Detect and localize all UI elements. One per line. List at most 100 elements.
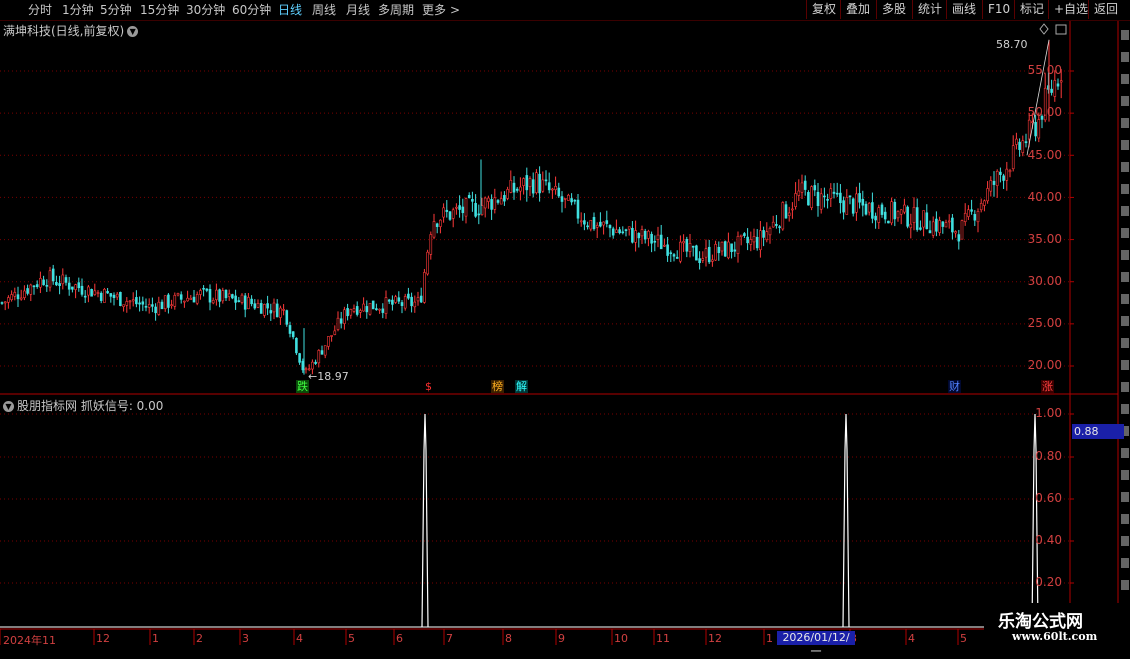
toolbar-button-7[interactable]: +自选	[1048, 0, 1093, 19]
candle-body	[439, 219, 442, 227]
candle-body	[864, 203, 868, 215]
candle-body	[986, 188, 989, 202]
candle-body	[755, 236, 759, 249]
kline-chart-canvas[interactable]	[0, 0, 1130, 650]
toolbar-button-8[interactable]: 返回	[1088, 0, 1123, 19]
candle-body	[1021, 140, 1025, 153]
candle-body	[304, 368, 308, 371]
chevron-down-icon[interactable]: ▼	[127, 26, 139, 37]
candle-body	[295, 337, 298, 354]
candle-body	[883, 211, 887, 220]
candle-body	[842, 200, 845, 213]
candle-body	[471, 199, 474, 202]
candle-body	[192, 296, 196, 303]
high-price-value: 58.70	[996, 38, 1028, 51]
period-tab-2[interactable]: 5分钟	[100, 2, 132, 18]
period-tab-3[interactable]: 15分钟	[140, 2, 179, 18]
candle-body	[848, 195, 852, 198]
period-tab-8[interactable]: 月线	[346, 2, 370, 18]
indicator-current-value: 0.88	[1072, 424, 1124, 439]
toolbar-button-0[interactable]: 复权	[806, 0, 841, 19]
signal-spike	[842, 413, 850, 628]
candle-body	[714, 244, 717, 261]
signal-spike	[1031, 413, 1039, 628]
toolbar-button-5[interactable]: F10	[982, 0, 1015, 19]
watermark-url: www.60lt.com	[1012, 630, 1098, 643]
toolbar-button-1[interactable]: 叠加	[840, 0, 875, 19]
event-marker[interactable]: 解	[515, 380, 528, 393]
candle-body	[666, 244, 669, 256]
period-tab-6[interactable]: 日线	[278, 2, 302, 18]
candle-body	[592, 217, 596, 230]
candle-body	[202, 287, 205, 290]
candle-body	[845, 197, 849, 215]
candle-body	[573, 199, 577, 202]
candle-body	[384, 297, 388, 314]
period-tab-5[interactable]: 60分钟	[232, 2, 271, 18]
candle-body	[407, 293, 410, 299]
more-arrow-icon[interactable]: >	[450, 2, 460, 18]
candle-body	[51, 268, 55, 282]
candle-body	[7, 297, 10, 303]
candle-body	[215, 289, 218, 301]
candle-body	[762, 230, 765, 238]
period-tab-1[interactable]: 1分钟	[62, 2, 94, 18]
candle-body	[67, 282, 71, 290]
price-axis-tick: 30.00	[1027, 274, 1062, 288]
candle-body	[23, 290, 26, 298]
candle-body	[474, 203, 477, 217]
event-marker[interactable]: 榜	[491, 380, 504, 393]
candle-body	[992, 180, 996, 185]
event-marker[interactable]: 跌	[296, 380, 309, 393]
right-side-panel-edge[interactable]	[1118, 20, 1130, 630]
candle-body	[80, 285, 84, 295]
toolbar-button-3[interactable]: 统计	[912, 0, 947, 19]
candle-body	[547, 182, 551, 191]
candle-body	[323, 345, 327, 356]
event-marker[interactable]: 财	[948, 380, 961, 393]
main-chart-title: 满坤科技(日线,前复权) ▼	[3, 22, 139, 39]
period-tab-9[interactable]: 多周期	[378, 2, 414, 18]
candle-body	[794, 193, 797, 207]
candle-body	[880, 204, 884, 215]
candle-body	[579, 220, 583, 223]
candle-body	[506, 189, 509, 199]
candle-body	[477, 213, 481, 216]
event-marker[interactable]: 涨	[1041, 380, 1054, 393]
date-axis-tick: 1	[152, 632, 159, 645]
high-price-label: 58.70	[996, 38, 1028, 51]
candle-body	[771, 221, 775, 228]
period-tab-0[interactable]: 分时	[28, 2, 52, 18]
toolbar-button-2[interactable]: 多股	[876, 0, 911, 19]
candle-body	[784, 204, 788, 219]
candle-body	[151, 304, 154, 307]
toolbar-button-6[interactable]: 标记	[1014, 0, 1049, 19]
indicator-axis-tick: 0.80	[1035, 449, 1062, 463]
candle-body	[483, 197, 487, 209]
date-axis-tick: 2024年11	[3, 634, 56, 647]
period-tab-7[interactable]: 周线	[312, 2, 336, 18]
candle-body	[570, 198, 573, 203]
candle-body	[896, 211, 900, 219]
candle-body	[381, 308, 385, 313]
candle-body	[1011, 145, 1015, 170]
event-marker[interactable]: $	[424, 380, 433, 393]
candle-body	[435, 223, 439, 227]
candle-body	[61, 274, 65, 285]
period-tab-4[interactable]: 30分钟	[186, 2, 225, 18]
candle-body	[541, 179, 545, 192]
candle-body	[599, 221, 602, 227]
chevron-down-icon[interactable]: ▼	[3, 401, 14, 412]
candle-body	[157, 301, 161, 315]
candle-body	[445, 209, 449, 212]
date-axis-tick: 5	[348, 632, 355, 645]
cursor-date: 2026/01/12/一	[777, 631, 855, 658]
candle-body	[621, 231, 625, 234]
period-tab-10[interactable]: 更多	[422, 2, 446, 18]
candle-body	[298, 353, 301, 363]
toolbar-button-4[interactable]: 画线	[946, 0, 981, 19]
candle-body	[253, 303, 257, 309]
price-axis-tick: 35.00	[1027, 232, 1062, 246]
candle-body	[938, 220, 941, 233]
candle-body	[19, 297, 23, 300]
